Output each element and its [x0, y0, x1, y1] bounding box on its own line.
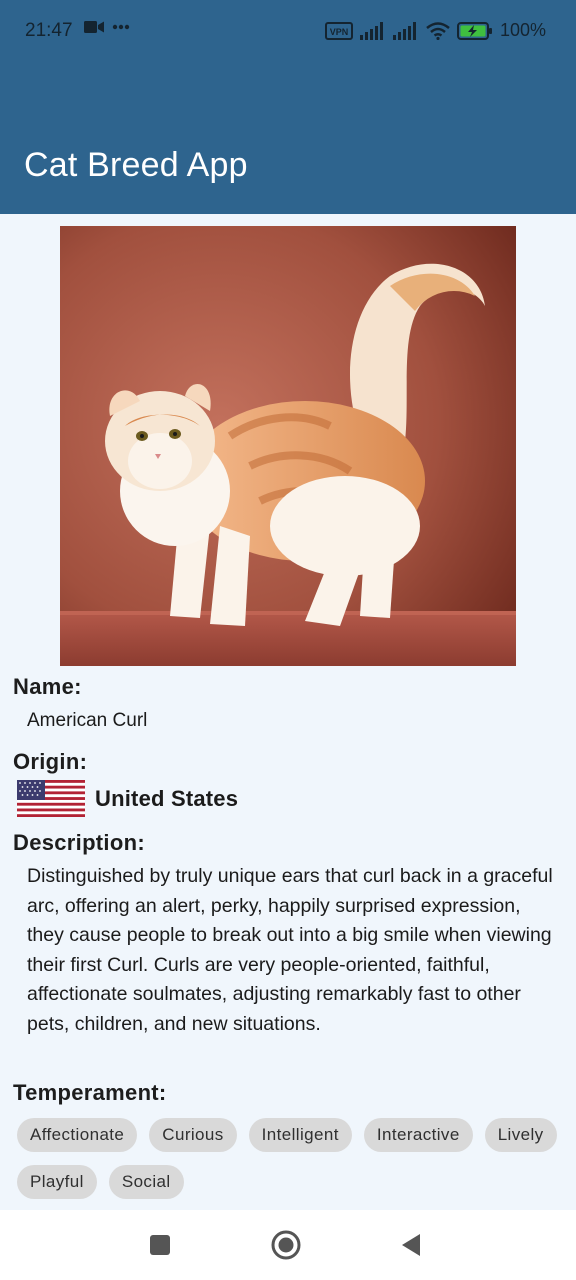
app-bar: Cat Breed App [0, 62, 576, 214]
temperament-chips: Affectionate Curious Intelligent Interac… [17, 1118, 557, 1199]
vpn-text: VPN [330, 27, 349, 37]
breed-detail: Name: American Curl Origin: United State… [0, 214, 576, 1210]
recents-square-icon [150, 1235, 170, 1255]
recents-button[interactable] [125, 1210, 195, 1280]
battery-percent: 100% [499, 20, 546, 40]
breed-name: American Curl [27, 710, 148, 731]
more-dots-icon [112, 24, 130, 30]
video-camera-icon [84, 21, 104, 33]
temperament-chip[interactable]: Social [108, 1165, 184, 1199]
home-circle-icon [271, 1230, 301, 1260]
back-button[interactable] [376, 1210, 446, 1280]
wifi-icon [426, 21, 450, 40]
temperament-chip[interactable]: Lively [484, 1118, 557, 1152]
origin-row: United States [17, 780, 238, 817]
status-bar: 21:47 VPN 100% [0, 0, 576, 62]
status-left-icons [84, 20, 130, 34]
cat-photo [60, 226, 516, 666]
system-nav-bar [0, 1210, 576, 1280]
temperament-chip[interactable]: Playful [17, 1165, 97, 1199]
temperament-label: Temperament: [13, 1080, 167, 1105]
temperament-chip[interactable]: Curious [149, 1118, 237, 1152]
name-label: Name: [13, 674, 82, 699]
temperament-chip[interactable]: Affectionate [17, 1118, 138, 1152]
signal-icon [392, 21, 416, 40]
back-triangle-icon [402, 1234, 420, 1256]
us-flag-icon [17, 780, 85, 817]
battery-charging-icon [456, 21, 492, 40]
origin-country: United States [95, 785, 239, 811]
status-time: 21:47 [25, 20, 73, 41]
origin-label: Origin: [13, 749, 88, 774]
temperament-chip[interactable]: Intelligent [248, 1118, 352, 1152]
signal-icon [359, 21, 383, 40]
home-button[interactable] [251, 1210, 321, 1280]
breed-description: Distinguished by truly unique ears that … [27, 865, 553, 1035]
temperament-chip[interactable]: Interactive [363, 1118, 473, 1152]
vpn-icon: VPN [324, 21, 353, 40]
status-right-icons: VPN 100% [324, 20, 546, 41]
app-title: Cat Breed App [24, 146, 248, 184]
description-label: Description: [13, 830, 145, 855]
